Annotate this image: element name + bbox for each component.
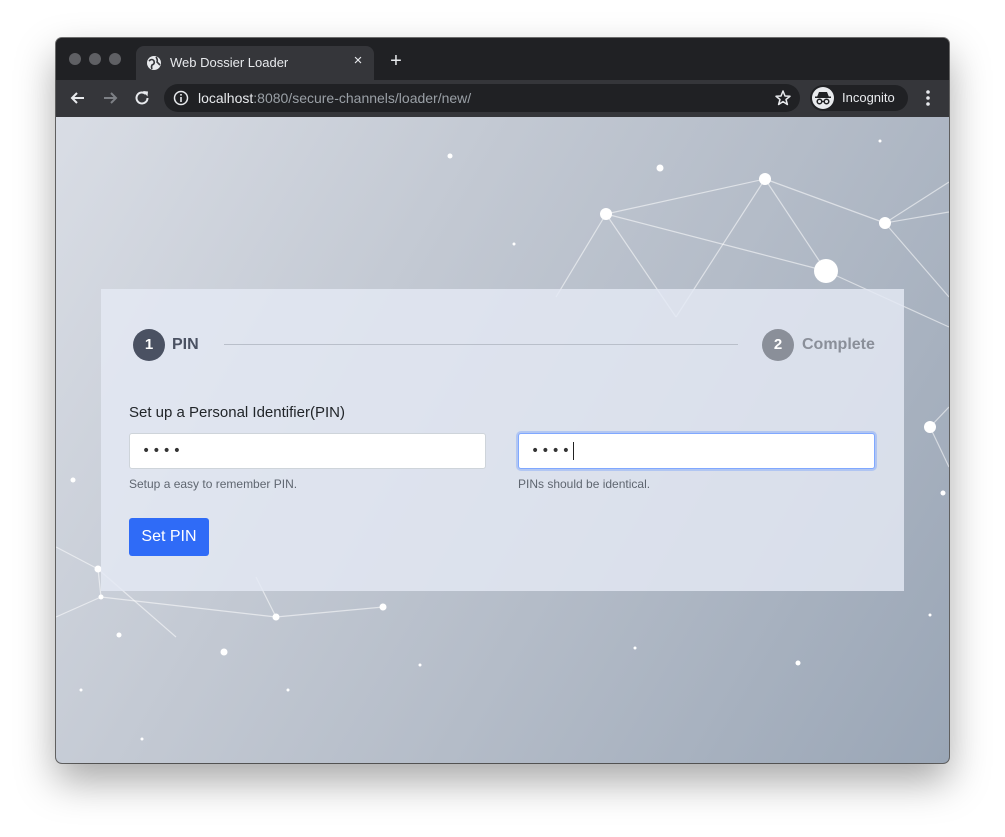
reload-icon[interactable] [132,88,152,108]
minimize-window-button[interactable] [89,53,101,65]
browser-window: Web Dossier Loader × + localhost:8080/se… [56,38,949,763]
confirm-pin-input[interactable]: •••• [518,433,875,469]
pin-input[interactable]: •••• [129,433,486,469]
incognito-icon [812,87,834,109]
tab-strip: Web Dossier Loader × + [56,38,949,80]
step-1-label: PIN [172,336,199,353]
text-caret [573,442,575,460]
forward-arrow-icon[interactable] [100,88,120,108]
new-tab-button[interactable]: + [387,51,405,71]
close-window-button[interactable] [69,53,81,65]
globe-icon [147,56,161,70]
confirm-pin-help-text: PINs should be identical. [518,477,651,491]
pin-help-text: Setup a easy to remember PIN. [129,477,298,491]
url-host: localhost [198,90,254,106]
info-icon[interactable] [173,90,189,106]
step-2-label: Complete [802,336,875,353]
bookmark-star-icon[interactable] [774,89,792,107]
incognito-label: Incognito [842,90,895,105]
zoom-window-button[interactable] [109,53,121,65]
set-pin-button[interactable]: Set PIN [129,518,209,556]
back-arrow-icon[interactable] [68,88,88,108]
browser-tab[interactable]: Web Dossier Loader × [136,46,374,80]
browser-toolbar: localhost:8080/secure-channels/loader/ne… [56,80,949,117]
incognito-badge[interactable]: Incognito [810,85,908,111]
page-content: 1 PIN 2 Complete Set up a Personal Ident… [56,117,949,763]
step-2-badge: 2 [762,329,794,361]
url-path: :8080/secure-channels/loader/new/ [253,90,472,106]
address-bar[interactable]: localhost:8080/secure-channels/loader/ne… [164,84,800,112]
step-connector [224,344,738,345]
tab-title: Web Dossier Loader [170,55,289,70]
confirm-pin-value: •••• [531,443,573,459]
pin-setup-card: 1 PIN 2 Complete Set up a Personal Ident… [101,289,904,591]
step-1-badge: 1 [133,329,165,361]
tab-close-icon[interactable]: × [350,53,366,69]
kebab-menu-icon[interactable] [918,88,938,108]
pin-section-label: Set up a Personal Identifier(PIN) [129,404,345,421]
url-text: localhost:8080/secure-channels/loader/ne… [198,90,471,106]
pin-input-value: •••• [142,443,184,459]
